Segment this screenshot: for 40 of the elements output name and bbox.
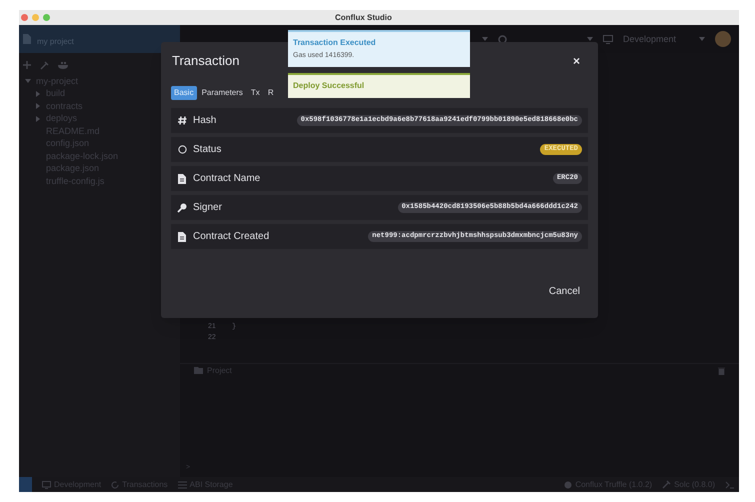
- cancel-button[interactable]: Cancel: [546, 284, 582, 299]
- monitor-icon: [603, 34, 613, 44]
- plus-icon[interactable]: [23, 61, 31, 69]
- folder-icon: [194, 367, 203, 374]
- dot-icon: [564, 480, 572, 488]
- field-label: Hash: [193, 114, 216, 128]
- maximize-window-button[interactable]: [43, 14, 50, 21]
- hash-icon: [178, 116, 186, 125]
- field-label: Contract Name: [193, 172, 260, 186]
- trash-icon[interactable]: [718, 366, 725, 374]
- dialog-tab[interactable]: Basic: [171, 86, 197, 100]
- document-icon: [23, 34, 31, 44]
- hammer-icon: [662, 480, 672, 489]
- toast-title: Deploy Successful: [293, 80, 366, 92]
- minimize-window-button[interactable]: [32, 14, 39, 21]
- circle-icon: [178, 145, 186, 154]
- dialog-tab[interactable]: R: [264, 86, 277, 100]
- toast-title: Transaction Executed: [293, 37, 377, 49]
- refresh-icon: [111, 480, 120, 488]
- dialog-tab[interactable]: Tx: [248, 86, 263, 100]
- field-label: Signer: [193, 201, 222, 215]
- field-label: Contract Created: [193, 230, 270, 244]
- document-icon: [178, 174, 186, 184]
- caret-down-icon: [25, 78, 31, 84]
- monitor-icon: [42, 480, 51, 488]
- close-button[interactable]: ×: [572, 55, 580, 67]
- caret-down-icon: [699, 36, 705, 42]
- window-title: Conflux Studio: [335, 12, 392, 24]
- avatar[interactable]: [715, 31, 731, 47]
- close-window-button[interactable]: [21, 14, 28, 21]
- list-icon: [178, 480, 187, 488]
- dialog-tab[interactable]: Parameters: [198, 86, 246, 100]
- terminal-icon[interactable]: [725, 480, 735, 488]
- key-icon: [177, 202, 187, 212]
- hammer-icon[interactable]: [40, 60, 49, 70]
- dialog-title: Transaction: [172, 52, 240, 70]
- field-label: Status: [193, 143, 222, 157]
- terminal-toggle-button[interactable]: [19, 477, 32, 492]
- document-icon: [178, 232, 186, 242]
- network-selector[interactable]: Development: [623, 34, 689, 44]
